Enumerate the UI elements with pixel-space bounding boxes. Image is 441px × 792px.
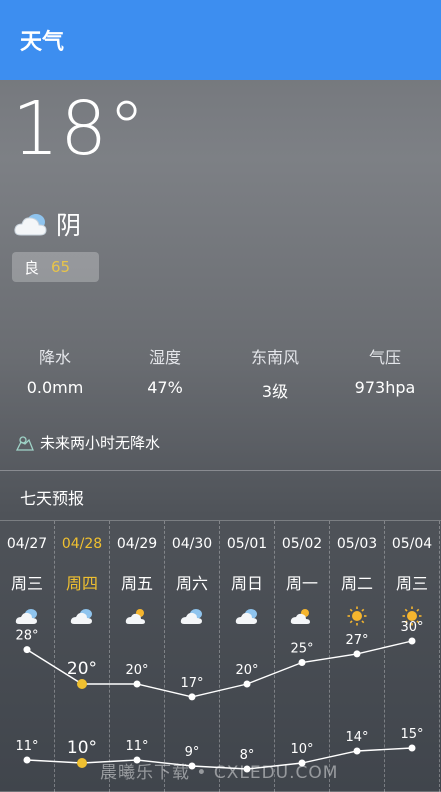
seven-day-forecast: 04/27 周三 04/28 周四 04/29 周五 04/30 周六 05/01 周日 05/02… <box>0 520 441 792</box>
stat-wind: 东南风 3级 <box>220 344 330 402</box>
weather-stats: 降水 0.0mm 湿度 47% 东南风 3级 气压 973hpa <box>0 344 441 402</box>
high-label: 17° <box>180 676 203 691</box>
high-point <box>133 680 141 688</box>
high-point <box>77 679 87 689</box>
divider <box>0 470 441 471</box>
stat-value: 3级 <box>261 382 289 401</box>
temperature-chart: 28°20° 20°17°20°25°27°30°11° 10° 11° 9° 8° 10°… <box>15 620 424 773</box>
low-label: 10° <box>290 742 313 757</box>
section-title: 七天预报 <box>20 489 85 508</box>
high-point <box>188 693 196 701</box>
stat-value: 47% <box>147 378 183 397</box>
stat-name: 气压 <box>368 348 401 367</box>
high-label: 20° <box>67 659 97 679</box>
low-label: 11° <box>15 739 38 754</box>
high-point <box>298 659 306 666</box>
rain-forecast-text: 未来两小时无降水 <box>40 434 161 452</box>
stat-value: 973hpa <box>354 378 416 397</box>
high-label: 28° <box>15 629 38 644</box>
low-point <box>408 744 416 752</box>
app-title: 天气 <box>20 30 65 55</box>
high-label: 27° <box>345 633 368 648</box>
high-point <box>243 680 251 688</box>
stat-humidity: 湿度 47% <box>110 344 220 402</box>
app-bar: 天气 <box>0 0 441 80</box>
high-point <box>408 637 416 645</box>
current-condition: 阴 <box>14 206 81 242</box>
stat-name: 湿度 <box>148 348 181 367</box>
stat-pressure: 气压 973hpa <box>330 344 440 402</box>
low-label: 10° <box>67 738 97 758</box>
low-label: 15° <box>400 727 423 742</box>
cloudy-icon <box>14 214 47 236</box>
aqi-badge[interactable]: 良 65 <box>12 252 99 282</box>
stat-precipitation: 降水 0.0mm <box>0 344 110 402</box>
high-point <box>23 646 31 654</box>
aqi-value: 65 <box>51 258 71 276</box>
stat-value: 0.0mm <box>26 378 84 397</box>
high-label: 30° <box>400 620 423 635</box>
high-label: 20° <box>235 663 258 678</box>
low-point <box>23 756 31 764</box>
aqi-label: 良 <box>24 258 40 277</box>
stat-name: 东南风 <box>250 348 299 367</box>
low-label: 11° <box>125 739 148 754</box>
map-pin-icon <box>16 435 34 451</box>
watermark: 晨曦乐下载 • CXLEDU.COM <box>100 763 339 783</box>
current-temperature: 18° <box>12 86 147 172</box>
rain-forecast[interactable]: 未来两小时无降水 <box>16 432 160 453</box>
low-point <box>353 747 361 755</box>
low-point <box>77 758 87 768</box>
high-point <box>353 650 361 658</box>
condition-label: 阴 <box>56 211 82 240</box>
high-label: 20° <box>125 663 148 678</box>
low-label: 14° <box>345 730 368 745</box>
high-label: 25° <box>290 642 313 657</box>
stat-name: 降水 <box>38 348 71 367</box>
